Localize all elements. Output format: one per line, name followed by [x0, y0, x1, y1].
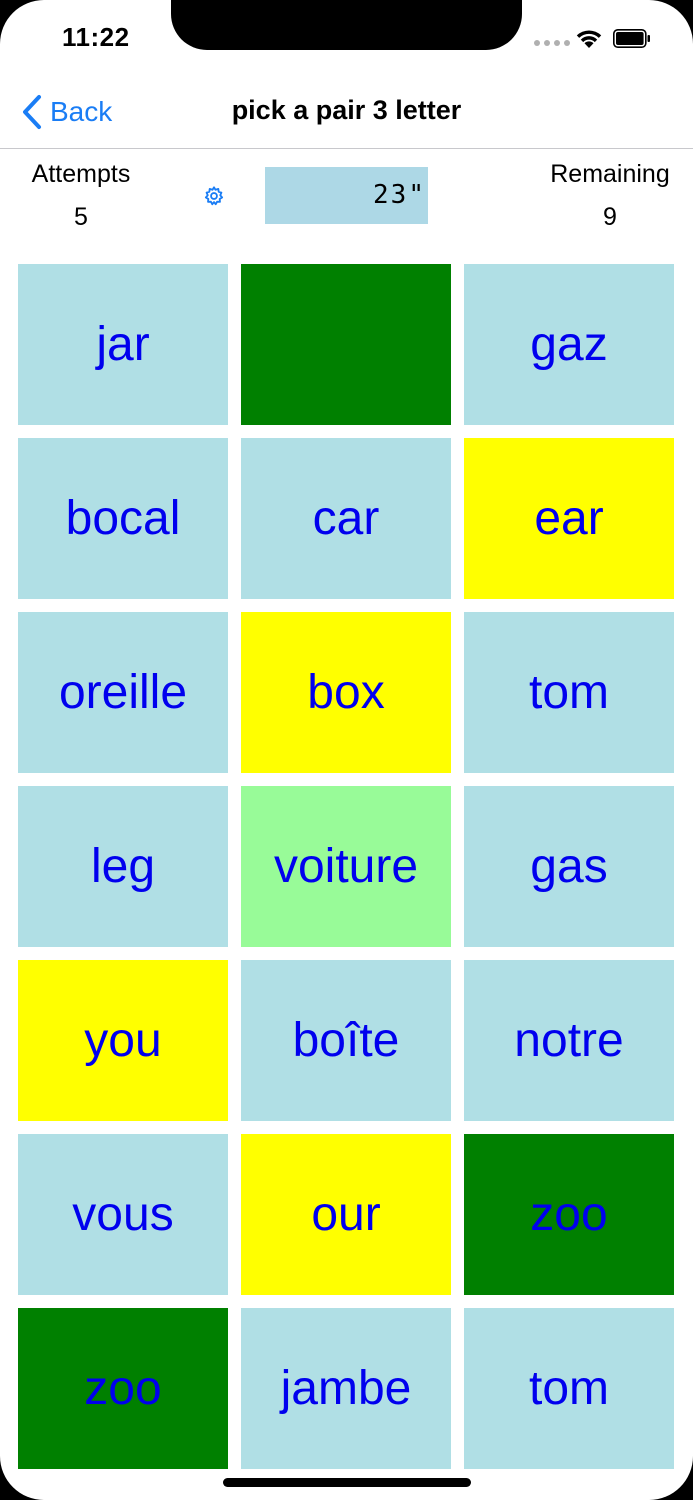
status-bar: 11:22 [0, 0, 693, 80]
page-title: pick a pair 3 letter [231, 95, 462, 125]
word-tile-label: box [307, 666, 385, 719]
word-tile[interactable]: gaz [464, 264, 674, 425]
word-tile[interactable]: tom [464, 1308, 674, 1469]
remaining-value: 9 [603, 203, 617, 231]
battery-icon [613, 29, 650, 48]
word-tile-label: jambe [280, 1362, 412, 1415]
word-tile[interactable]: notre [464, 960, 674, 1121]
word-tile[interactable] [241, 264, 451, 425]
app-screen: 11:22 Back pick a pair 3 letter Attempts… [0, 0, 693, 1500]
word-tile-label: leg [90, 840, 156, 893]
word-tile-label: oreille [58, 666, 188, 719]
word-tile[interactable]: jar [18, 264, 228, 425]
word-tile-label: zoo [530, 1188, 608, 1241]
remaining-counter: Remaining 9 [540, 160, 680, 232]
word-tile-label: voiture [273, 840, 419, 893]
word-tile[interactable]: zoo [464, 1134, 674, 1295]
cellular-signal-icon [534, 40, 570, 46]
word-tile-label: boîte [292, 1014, 400, 1067]
gear-icon[interactable] [203, 185, 225, 207]
word-tile-label: tom [528, 1362, 609, 1415]
word-tile[interactable]: oreille [18, 612, 228, 773]
word-tile-label: vous [72, 1188, 174, 1241]
word-tile-label: bocal [65, 492, 181, 545]
word-tile[interactable]: vous [18, 1134, 228, 1295]
word-tile[interactable]: you [18, 960, 228, 1121]
word-tile-label: ear [534, 492, 604, 545]
remaining-label: Remaining [550, 160, 670, 188]
word-tile[interactable]: zoo [18, 1308, 228, 1469]
word-tile-label: tom [528, 666, 609, 719]
device-notch [171, 0, 522, 50]
word-tile[interactable]: box [241, 612, 451, 773]
word-tile[interactable]: tom [464, 612, 674, 773]
word-tile[interactable]: gas [464, 786, 674, 947]
wifi-icon [576, 30, 602, 48]
word-tile-label: gaz [530, 318, 608, 371]
attempts-label: Attempts [31, 160, 131, 188]
word-tile-label: you [84, 1014, 162, 1067]
word-tile-label: jar [96, 318, 150, 371]
word-tile-grid: jar gaz bocal car ear oreille box tom leg voiture… [18, 264, 676, 1469]
word-tile-label: our [311, 1188, 381, 1241]
word-tile-label: car [312, 492, 380, 545]
word-tile-label: gas [530, 840, 608, 893]
attempts-counter: Attempts 5 [20, 160, 142, 232]
word-tile[interactable]: voiture [241, 786, 451, 947]
word-tile[interactable]: leg [18, 786, 228, 947]
timer-display: 23" [265, 167, 428, 224]
attempts-value: 5 [74, 203, 88, 231]
word-tile-label: notre [514, 1014, 624, 1067]
word-tile[interactable]: our [241, 1134, 451, 1295]
word-tile-label: zoo [84, 1362, 162, 1415]
home-indicator [223, 1478, 471, 1487]
word-tile[interactable]: ear [464, 438, 674, 599]
status-time: 11:22 [62, 22, 130, 52]
word-tile[interactable]: jambe [241, 1308, 451, 1469]
word-tile[interactable]: bocal [18, 438, 228, 599]
navigation-bar: Back pick a pair 3 letter [0, 80, 693, 149]
word-tile[interactable]: car [241, 438, 451, 599]
word-tile[interactable]: boîte [241, 960, 451, 1121]
